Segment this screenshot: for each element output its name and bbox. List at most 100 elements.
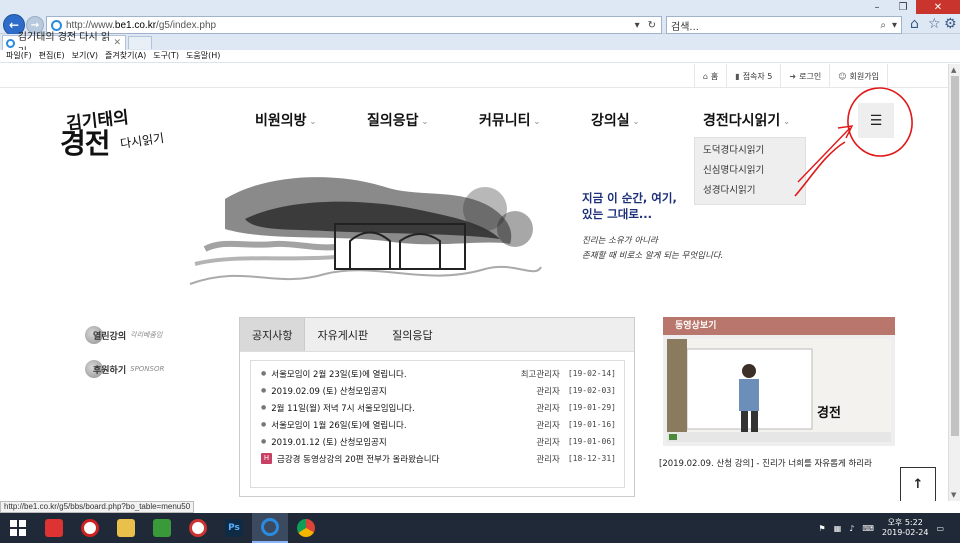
post-title-link[interactable]: 2월 11일(월) 저녁 7시 서울모임입니다.: [271, 402, 536, 414]
board-tabs: 공지사항 자유게시판 질의응답: [240, 318, 634, 352]
minimize-button[interactable]: –: [864, 0, 890, 14]
post-author: 관리자: [536, 420, 560, 431]
hamburger-menu-button[interactable]: ☰: [858, 103, 894, 138]
dropdown-item-1[interactable]: 도덕경다시읽기: [695, 141, 805, 161]
dropdown-arrow-icon[interactable]: ▾: [635, 20, 640, 31]
post-author: 관리자: [536, 386, 560, 397]
table-row: H 금강경 동영상강의 20편 전부가 올라왔습니다 관리자 [18-12-31]: [261, 450, 616, 467]
post-author: 관리자: [536, 403, 560, 414]
sponsor-link[interactable]: 후원하기 SPONSOR: [85, 360, 164, 378]
post-title-link[interactable]: 2019.02.09 (토) 산청모임공지: [271, 385, 536, 397]
chevron-down-icon: ⌄: [632, 117, 640, 126]
taskbar-app-2[interactable]: [72, 513, 108, 543]
post-title-link[interactable]: 서울모임이 2월 23일(토)에 열립니다.: [271, 368, 520, 380]
page-scrollbar[interactable]: ▲ ▼: [948, 64, 960, 501]
bullet-icon: ●: [261, 404, 267, 411]
chevron-down-icon: ⌄: [309, 117, 317, 126]
taskbar-chrome[interactable]: [288, 513, 324, 543]
tab-free-board[interactable]: 자유게시판: [305, 318, 380, 351]
refresh-icon[interactable]: ↻: [648, 20, 656, 31]
system-tray: ⚑ ▦ ♪ ⌨ 오후 5:22 2019-02-24 ▭: [819, 518, 960, 538]
ie-icon: [261, 518, 279, 536]
address-bar[interactable]: http://www.be1.co.kr/g5/index.php ▾ ↻: [46, 16, 662, 34]
taskbar-app-1[interactable]: [36, 513, 72, 543]
post-title-link[interactable]: 2019.01.12 (토) 산청모임공지: [271, 436, 536, 448]
video-caption[interactable]: [2019.02.09. 산청 강의] - 진리가 너희를 자유롭게 하리라: [659, 457, 872, 469]
settings-gear-icon[interactable]: ⚙: [944, 16, 957, 32]
nav-item-2[interactable]: 질의응답 ⌄: [367, 110, 479, 130]
start-button[interactable]: [0, 513, 36, 543]
clock[interactable]: 오후 5:22 2019-02-24: [882, 518, 929, 538]
tab-qna[interactable]: 질의응답: [380, 318, 444, 351]
search-icon[interactable]: ⌕: [880, 20, 886, 31]
taskbar-internet-explorer[interactable]: [252, 513, 288, 543]
nav-item-5[interactable]: 경전다시읽기 ⌄: [703, 110, 833, 130]
utility-link-3[interactable]: ☺ 회원가입: [829, 64, 888, 88]
browser-tab[interactable]: 김기태의 경전 다시 읽기 ✕: [2, 32, 126, 58]
new-tab-button[interactable]: [128, 36, 152, 49]
dropdown-item-2[interactable]: 신심명다시읽기: [695, 161, 805, 181]
utility-link-2[interactable]: ➜ 로그인: [780, 64, 829, 88]
site-logo[interactable]: 김기태의 경전 다시읽기: [60, 106, 170, 160]
svg-text:경전: 경전: [817, 405, 841, 421]
sync-icon: [189, 519, 207, 537]
scrollbar-thumb[interactable]: [951, 76, 959, 436]
menu-item-0[interactable]: 파일(F): [6, 50, 32, 62]
menu-item-1[interactable]: 편집(E): [39, 50, 65, 62]
search-input[interactable]: 검색... ⌕ ▾: [666, 16, 902, 34]
bullet-icon: ●: [261, 421, 267, 428]
home-icon[interactable]: ⌂: [910, 16, 919, 32]
bar-chart-icon: ▮: [735, 71, 740, 81]
keyboard-icon[interactable]: ⌨: [862, 524, 874, 533]
utility-link-label: 홈: [710, 71, 719, 81]
table-row: ● 2월 11일(월) 저녁 7시 서울모임입니다. 관리자 [19-01-29]: [261, 399, 616, 416]
search-dropdown-icon[interactable]: ▾: [892, 20, 897, 31]
table-row: ● 2019.01.12 (토) 산청모임공지 관리자 [19-01-06]: [261, 433, 616, 450]
video-thumbnail[interactable]: 경전: [667, 339, 891, 442]
favorites-star-icon[interactable]: ☆: [928, 16, 941, 32]
scroll-up-icon[interactable]: ▲: [951, 66, 956, 74]
utility-link-0[interactable]: ⌂ 홈: [693, 64, 726, 88]
utility-link-1[interactable]: ▮ 접속자 5: [726, 64, 780, 88]
post-title-link[interactable]: 금강경 동영상강의 20편 전부가 올라왔습니다: [277, 453, 536, 465]
nav-item-1[interactable]: 비원의방 ⌄: [255, 110, 367, 130]
scroll-to-top-button[interactable]: ↑: [900, 467, 936, 501]
taskbar-file-explorer[interactable]: [108, 513, 144, 543]
utility-link-label: 회원가입: [849, 71, 879, 81]
close-button[interactable]: ✕: [916, 0, 960, 14]
menu-item-4[interactable]: 도구(T): [153, 50, 179, 62]
dropdown-item-3[interactable]: 성경다시읽기: [695, 181, 805, 201]
maximize-button[interactable]: ❐: [890, 0, 916, 14]
volume-icon[interactable]: ♪: [849, 524, 854, 533]
utility-bar: ⌂ 홈 ▮ 접속자 5 ➜ 로그인 ☺ 회원가입: [0, 64, 948, 88]
menu-item-3[interactable]: 즐겨찾기(A): [105, 50, 146, 62]
open-lecture-link[interactable]: 열린강의 각리베줌입: [85, 326, 162, 344]
menu-item-2[interactable]: 보기(V): [72, 50, 98, 62]
taskbar-store[interactable]: [144, 513, 180, 543]
scroll-down-icon[interactable]: ▼: [951, 491, 956, 499]
tab-notice[interactable]: 공지사항: [240, 318, 306, 351]
home-icon: ⌂: [702, 71, 708, 81]
taskbar-photoshop[interactable]: Ps: [216, 513, 252, 543]
post-list: ● 서울모임이 2월 23일(토)에 열립니다. 최고관리자 [19-02-14] ● 2…: [250, 360, 625, 488]
taskbar-app-5[interactable]: [180, 513, 216, 543]
video-heading: 동영상보기: [663, 317, 895, 335]
action-center-icon[interactable]: ▭: [936, 524, 944, 533]
nav-item-3[interactable]: 커뮤니티 ⌄: [479, 110, 591, 130]
ink-painting-illustration: [189, 177, 542, 285]
post-title-link[interactable]: 서울모임이 1월 26일(토)에 열립니다.: [271, 419, 536, 431]
post-date: [19-01-16]: [567, 420, 616, 429]
hot-badge: H: [261, 453, 272, 464]
ie-tab-icon: [6, 38, 15, 48]
search-placeholder: 검색...: [671, 21, 699, 33]
menu-item-5[interactable]: 도움말(H): [186, 50, 220, 62]
nav-item-4[interactable]: 강의실 ⌄: [591, 110, 703, 130]
table-row: ● 서울모임이 1월 26일(토)에 열립니다. 관리자 [19-01-16]: [261, 416, 616, 433]
notification-flag-icon[interactable]: ⚑: [819, 524, 826, 533]
post-date: [19-02-03]: [567, 386, 616, 395]
hero-headline: 지금 이 순간, 여기, 있는 그대로...: [582, 191, 677, 221]
hero-subtext: 진리는 소유가 아니라 존재할 때 비로소 알게 되는 무엇입니다.: [582, 236, 724, 261]
close-tab-icon[interactable]: ✕: [113, 38, 121, 48]
utility-link-label: 접속자 5: [742, 71, 773, 81]
network-icon[interactable]: ▦: [834, 524, 842, 533]
